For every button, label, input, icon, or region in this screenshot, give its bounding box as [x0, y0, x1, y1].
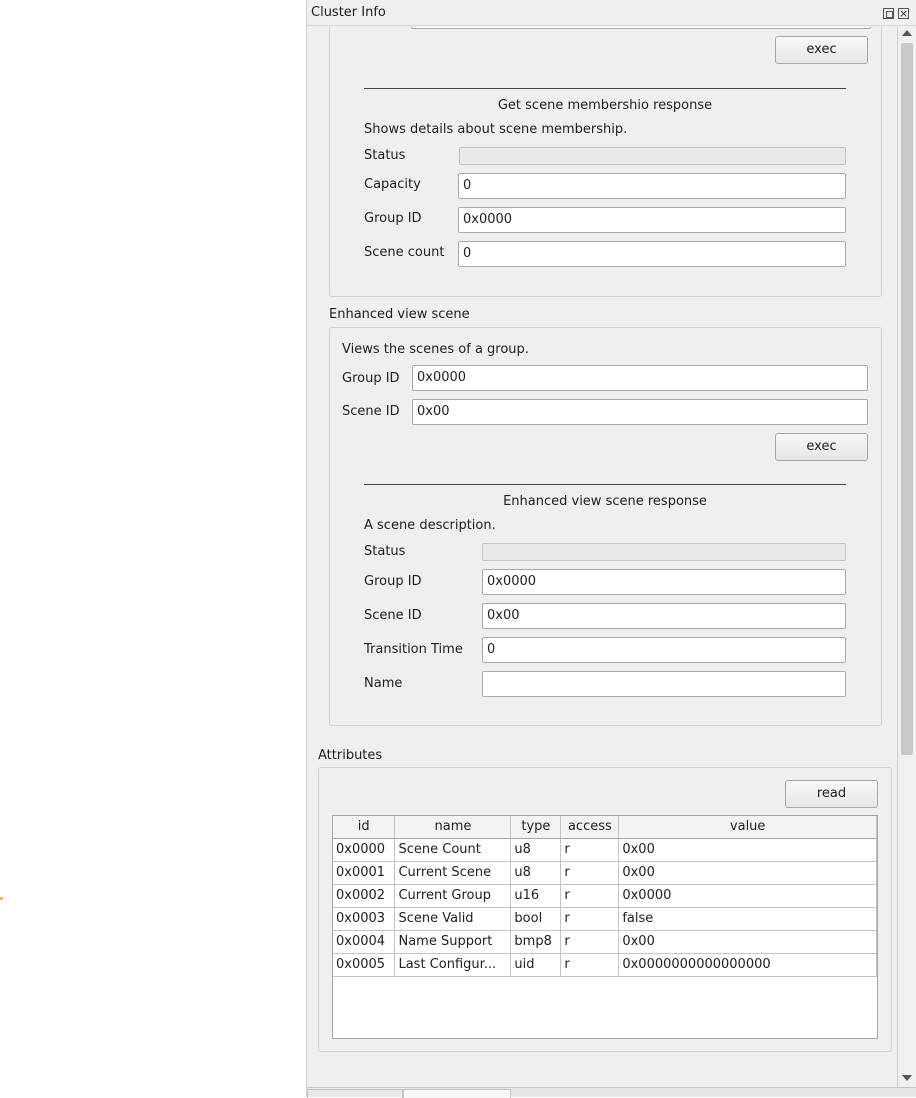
ev-name-label: Name: [364, 676, 403, 691]
enhanced-view-description: Views the scenes of a group.: [342, 342, 529, 357]
scroll-up-icon[interactable]: [902, 30, 912, 36]
capacity-label: Capacity: [364, 177, 421, 192]
cell-type: u8: [510, 838, 562, 862]
cell-value: 0x00: [618, 838, 877, 862]
dock-title: Cluster Info: [311, 5, 386, 20]
column-header-id[interactable]: id: [333, 816, 396, 839]
cell-id: 0x0002: [333, 884, 396, 908]
cell-type: bool: [510, 907, 562, 931]
cell-id: 0x0004: [333, 930, 396, 954]
cell-type: uid: [510, 953, 562, 977]
transition-time-field[interactable]: 0: [482, 637, 846, 663]
ev-response-title: Enhanced view scene response: [503, 494, 707, 509]
ev-resp-scene-id-field[interactable]: 0x00: [482, 603, 846, 629]
ev-scene-id-label: Scene ID: [342, 404, 400, 419]
attributes-title: Attributes: [318, 748, 383, 763]
cell-id: 0x0001: [333, 861, 396, 885]
ev-resp-scene-id-label: Scene ID: [364, 608, 422, 623]
scene-count-field[interactable]: 0: [458, 241, 846, 267]
divider: [364, 88, 846, 89]
membership-input-partial[interactable]: [411, 27, 871, 29]
cell-access: r: [560, 838, 620, 862]
attributes-read-button[interactable]: read: [785, 780, 878, 808]
transition-time-label: Transition Time: [364, 642, 463, 657]
cell-name: Name Support: [394, 930, 512, 954]
scroll-content: exec Get scene membershio response Shows…: [307, 27, 897, 1084]
table-row[interactable]: 0x0004 Name Support bmp8 r 0x00: [333, 930, 877, 954]
scrollbar-thumb[interactable]: [901, 43, 913, 755]
attributes-grid: id name type access value 0x0000 Scene C…: [333, 816, 877, 977]
membership-group-id-label: Group ID: [364, 211, 422, 226]
membership-status-field: [459, 147, 846, 165]
float-icon[interactable]: [883, 8, 894, 19]
ev-group-id-field[interactable]: 0x0000: [412, 365, 868, 391]
cell-name: Current Group: [394, 884, 512, 908]
membership-group-id-field[interactable]: 0x0000: [458, 207, 846, 233]
cell-type: bmp8: [510, 930, 562, 954]
attributes-table: id name type access value 0x0000 Scene C…: [332, 815, 878, 1039]
membership-response-title: Get scene membershio response: [497, 98, 713, 113]
cell-name: Scene Count: [394, 838, 512, 862]
column-header-value[interactable]: value: [618, 816, 877, 839]
cell-value: false: [618, 907, 877, 931]
column-header-name[interactable]: name: [394, 816, 512, 839]
ev-response-description: A scene description.: [364, 518, 496, 533]
cell-type: u8: [510, 861, 562, 885]
ev-scene-id-field[interactable]: 0x00: [412, 399, 868, 425]
cell-name: Scene Valid: [394, 907, 512, 931]
cell-value: 0x0000000000000000: [618, 953, 877, 977]
scene-count-label: Scene count: [364, 245, 445, 260]
close-icon[interactable]: [898, 8, 909, 19]
ev-resp-group-id-field[interactable]: 0x0000: [482, 569, 846, 595]
table-row[interactable]: 0x0003 Scene Valid bool r false: [333, 907, 877, 931]
table-row[interactable]: 0x0002 Current Group u16 r 0x0000: [333, 884, 877, 908]
dock-titlebar: Cluster Info: [307, 0, 916, 26]
table-row[interactable]: 0x0001 Current Scene u8 r 0x00: [333, 861, 877, 885]
cell-access: r: [560, 884, 620, 908]
cell-value: 0x00: [618, 861, 877, 885]
stray-marker: [0, 897, 3, 900]
cell-value: 0x0000: [618, 884, 877, 908]
enhanced-view-title: Enhanced view scene: [329, 307, 470, 322]
divider: [364, 484, 846, 485]
ev-status-label: Status: [364, 544, 406, 559]
cluster-info-dock: Cluster Info exec Get scene membershio r…: [306, 0, 916, 1098]
cell-id: 0x0003: [333, 907, 396, 931]
cell-access: r: [560, 953, 620, 977]
cell-id: 0x0005: [333, 953, 396, 977]
ev-status-field: [482, 543, 846, 561]
ev-resp-group-id-label: Group ID: [364, 574, 422, 589]
cell-name: Current Scene: [394, 861, 512, 885]
membership-status-label: Status: [364, 148, 406, 163]
column-header-access[interactable]: access: [560, 816, 620, 839]
ev-name-field[interactable]: [482, 671, 846, 697]
ev-exec-button[interactable]: exec: [775, 433, 868, 461]
column-header-type[interactable]: type: [510, 816, 562, 839]
cell-id: 0x0000: [333, 838, 396, 862]
cell-access: r: [560, 930, 620, 954]
vertical-scrollbar[interactable]: [897, 27, 916, 1087]
capacity-field[interactable]: 0: [458, 173, 846, 199]
table-header-row: id name type access value: [333, 816, 877, 839]
scroll-down-icon[interactable]: [902, 1075, 912, 1081]
cell-value: 0x00: [618, 930, 877, 954]
membership-exec-button[interactable]: exec: [775, 36, 868, 64]
membership-description: Shows details about scene membership.: [364, 122, 628, 137]
cell-access: r: [560, 907, 620, 931]
dock-tab-bar: [307, 1087, 916, 1098]
cell-name: Last Configur...: [394, 953, 512, 977]
cell-access: r: [560, 861, 620, 885]
ev-group-id-label: Group ID: [342, 371, 400, 386]
table-row[interactable]: 0x0005 Last Configur... uid r 0x00000000…: [333, 953, 877, 977]
cell-type: u16: [510, 884, 562, 908]
table-row[interactable]: 0x0000 Scene Count u8 r 0x00: [333, 838, 877, 862]
